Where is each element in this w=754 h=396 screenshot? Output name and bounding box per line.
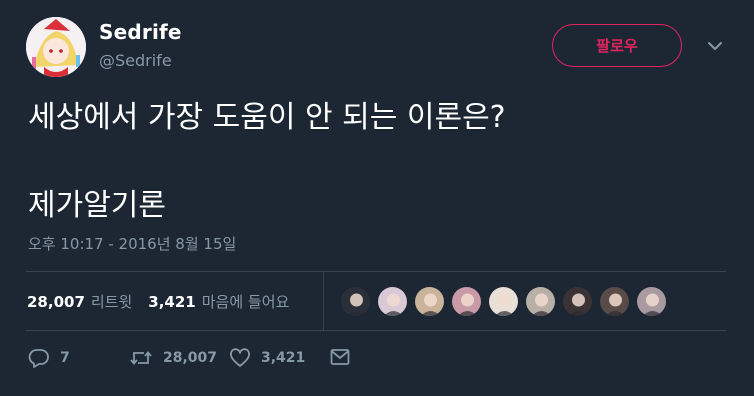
avatar-image bbox=[26, 17, 86, 77]
stats-vertical-divider bbox=[323, 272, 324, 330]
retweet-icon bbox=[130, 351, 152, 365]
user-handle[interactable]: @Sedrife bbox=[99, 51, 172, 70]
likes-label: 마음에 들어요 bbox=[201, 293, 290, 311]
tweet-line-2: 제가알기론 bbox=[28, 188, 166, 223]
like-button[interactable]: 3,421 bbox=[229, 348, 305, 368]
liker-avatar[interactable] bbox=[377, 286, 408, 317]
display-name[interactable]: Sedrife bbox=[99, 20, 182, 44]
liker-avatar[interactable] bbox=[488, 286, 519, 317]
reply-button[interactable]: 7 bbox=[28, 348, 70, 368]
liker-avatar[interactable] bbox=[562, 286, 593, 317]
reply-icon bbox=[28, 349, 49, 368]
retweets-count: 28,007 bbox=[27, 293, 85, 311]
tweet-timestamp[interactable]: 오후 10:17 - 2016년 8월 15일 bbox=[28, 233, 236, 254]
like-count: 3,421 bbox=[261, 350, 306, 366]
divider-top bbox=[26, 271, 726, 272]
divider-bottom bbox=[26, 330, 726, 331]
liker-avatar[interactable] bbox=[451, 286, 482, 317]
follow-button[interactable]: 팔로우 bbox=[552, 24, 682, 67]
liker-avatars bbox=[340, 286, 667, 317]
likes-stat[interactable]: 3,421 마음에 들어요 bbox=[148, 291, 289, 312]
tweet-line-1: 세상에서 가장 도움이 안 되는 이론은? bbox=[28, 100, 506, 135]
avatar[interactable] bbox=[26, 17, 86, 77]
retweet-count: 28,007 bbox=[163, 350, 218, 366]
reply-count: 7 bbox=[60, 350, 70, 366]
chevron-down-icon[interactable] bbox=[706, 40, 724, 52]
liker-avatar[interactable] bbox=[599, 286, 630, 317]
liker-avatar[interactable] bbox=[414, 286, 445, 317]
heart-icon bbox=[230, 348, 250, 367]
likes-count: 3,421 bbox=[148, 293, 196, 311]
retweets-label: 리트윗 bbox=[90, 293, 133, 311]
direct-message-button[interactable] bbox=[330, 348, 350, 366]
tweet-text: 세상에서 가장 도움이 안 되는 이론은? 제가알기론 bbox=[28, 96, 728, 228]
liker-avatar[interactable] bbox=[525, 286, 556, 317]
retweet-button[interactable]: 28,007 bbox=[129, 348, 217, 368]
envelope-icon bbox=[330, 349, 350, 365]
retweets-stat[interactable]: 28,007 리트윗 bbox=[27, 291, 132, 312]
liker-avatar[interactable] bbox=[636, 286, 667, 317]
tweet-stats: 28,007 리트윗 3,421 마음에 들어요 bbox=[27, 291, 299, 312]
liker-avatar[interactable] bbox=[340, 286, 371, 317]
